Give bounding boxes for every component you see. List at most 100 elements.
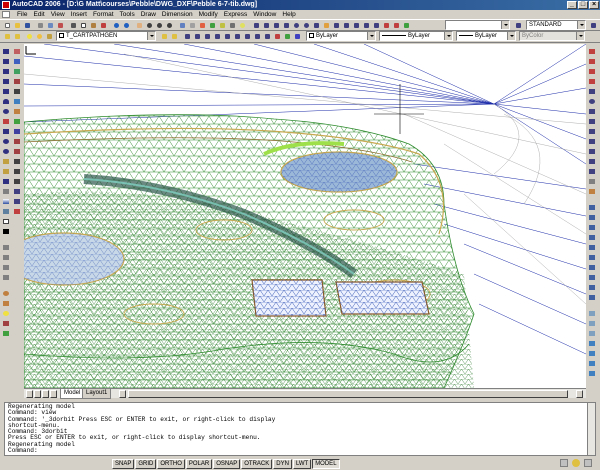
view-top-icon[interactable] bbox=[588, 204, 597, 212]
view-nw-iso-icon[interactable] bbox=[588, 294, 597, 302]
menu-modify[interactable]: Modify bbox=[196, 11, 221, 18]
render-materials-icon[interactable] bbox=[2, 320, 11, 328]
osnap-endpoint-icon[interactable] bbox=[588, 48, 597, 56]
render-scenes-icon[interactable] bbox=[2, 300, 11, 308]
menu-help[interactable]: Help bbox=[279, 11, 298, 18]
pan-icon[interactable] bbox=[135, 21, 144, 30]
ordinate-dimension-icon[interactable] bbox=[282, 21, 291, 30]
layer-dropdown[interactable]: T_CARTPATHGEN bbox=[56, 31, 156, 41]
osnap-extension-icon[interactable] bbox=[588, 88, 597, 96]
sheet-set-icon[interactable] bbox=[208, 21, 217, 30]
menu-dimension[interactable]: Dimension bbox=[159, 11, 196, 18]
otrack-toggle[interactable]: OTRACK bbox=[241, 458, 273, 469]
next-tab-button[interactable] bbox=[42, 390, 49, 398]
redo-icon[interactable] bbox=[122, 21, 131, 30]
last-tab-button[interactable] bbox=[50, 390, 57, 398]
dim-style-manager-icon[interactable] bbox=[589, 21, 598, 30]
shade-hidden-icon[interactable] bbox=[588, 330, 597, 338]
view-bottom-icon[interactable] bbox=[588, 214, 597, 222]
undo-icon[interactable] bbox=[112, 21, 121, 30]
shade-gouraud-edges-icon[interactable] bbox=[588, 370, 597, 378]
properties-icon[interactable] bbox=[178, 21, 187, 30]
tray-settings-icon[interactable] bbox=[572, 459, 580, 467]
view-front-icon[interactable] bbox=[588, 244, 597, 252]
dimension-edit-icon[interactable] bbox=[382, 21, 391, 30]
zoom-realtime-icon[interactable] bbox=[145, 21, 154, 30]
ucs-face-icon[interactable] bbox=[213, 32, 222, 41]
modify-offset-icon[interactable] bbox=[13, 78, 22, 86]
text-style-icon[interactable] bbox=[514, 21, 523, 30]
dimension-style-dropdown[interactable] bbox=[445, 20, 510, 30]
osnap-node-icon[interactable] bbox=[588, 158, 597, 166]
lineweight-dropdown[interactable]: ByLayer bbox=[456, 31, 516, 41]
draw-rectangle-icon[interactable] bbox=[2, 88, 11, 96]
osnap-perpendicular-icon[interactable] bbox=[588, 128, 597, 136]
design-center-icon[interactable] bbox=[188, 21, 197, 30]
maximize-button[interactable]: □ bbox=[578, 1, 588, 9]
draw-polygon-icon[interactable] bbox=[2, 78, 11, 86]
lightbulb-icon[interactable] bbox=[25, 32, 34, 41]
plot-preview-icon[interactable] bbox=[46, 21, 55, 30]
baseline-dimension-icon[interactable] bbox=[332, 21, 341, 30]
polar-toggle[interactable]: POLAR bbox=[185, 458, 213, 469]
osnap-insert-icon[interactable] bbox=[588, 148, 597, 156]
ucs-object-icon[interactable] bbox=[223, 32, 232, 41]
inquiry-list-icon[interactable] bbox=[2, 264, 11, 272]
shade-3d-wireframe-icon[interactable] bbox=[588, 320, 597, 328]
continue-dimension-icon[interactable] bbox=[342, 21, 351, 30]
scroll-left-button[interactable] bbox=[119, 390, 126, 398]
inquiry-area-icon[interactable] bbox=[2, 254, 11, 262]
make-block-icon[interactable] bbox=[2, 168, 11, 176]
text-style-dropdown[interactable]: STANDARD bbox=[526, 20, 586, 30]
ucs-zaxis-icon[interactable] bbox=[253, 32, 262, 41]
new-icon[interactable] bbox=[3, 21, 12, 30]
ucs-3point-icon[interactable] bbox=[263, 32, 272, 41]
draw-hatch-icon[interactable] bbox=[2, 188, 11, 196]
modify-break-icon[interactable] bbox=[13, 168, 22, 176]
draw-polyline-icon[interactable] bbox=[2, 68, 11, 76]
ucs-view-icon[interactable] bbox=[233, 32, 242, 41]
view-right-icon[interactable] bbox=[588, 234, 597, 242]
ucs-icon-button[interactable] bbox=[183, 32, 192, 41]
previous-tab-button[interactable] bbox=[34, 390, 41, 398]
ucs-y-icon[interactable] bbox=[283, 32, 292, 41]
match-properties-icon[interactable] bbox=[99, 21, 108, 30]
layer-previous-icon[interactable] bbox=[170, 32, 179, 41]
tolerance-icon[interactable] bbox=[362, 21, 371, 30]
draw-table-icon[interactable] bbox=[2, 218, 11, 226]
modify-join-icon[interactable] bbox=[13, 178, 22, 186]
draw-revcloud-icon[interactable] bbox=[2, 118, 11, 126]
draw-point-icon[interactable] bbox=[2, 178, 11, 186]
model-toggle[interactable]: MODEL bbox=[312, 458, 340, 469]
menu-insert[interactable]: Insert bbox=[68, 11, 90, 18]
make-object-layer-current-icon[interactable] bbox=[160, 32, 169, 41]
modify-mirror-icon[interactable] bbox=[13, 68, 22, 76]
ucs-origin-icon[interactable] bbox=[243, 32, 252, 41]
dimension-text-edit-icon[interactable] bbox=[392, 21, 401, 30]
menu-window[interactable]: Window bbox=[250, 11, 279, 18]
zoom-previous-icon[interactable] bbox=[165, 21, 174, 30]
draw-mtext-icon[interactable] bbox=[2, 228, 11, 236]
line-icon[interactable] bbox=[252, 21, 261, 30]
draw-line-icon[interactable] bbox=[2, 48, 11, 56]
view-sw-iso-icon[interactable] bbox=[588, 264, 597, 272]
modify-copy-icon[interactable] bbox=[13, 58, 22, 66]
zoom-window-icon[interactable] bbox=[155, 21, 164, 30]
render-lights-icon[interactable] bbox=[2, 310, 11, 318]
menu-file[interactable]: File bbox=[14, 11, 30, 18]
quick-dimension-icon[interactable] bbox=[322, 21, 331, 30]
ucs-previous-icon[interactable] bbox=[203, 32, 212, 41]
osnap-settings-icon[interactable] bbox=[588, 188, 597, 196]
ucs-z-icon[interactable] bbox=[293, 32, 302, 41]
horizontal-scrollbar[interactable] bbox=[128, 390, 568, 398]
lock-icon[interactable] bbox=[45, 32, 54, 41]
modify-scale-icon[interactable] bbox=[13, 118, 22, 126]
modify-stretch-icon[interactable] bbox=[13, 128, 22, 136]
dyn-toggle[interactable]: DYN bbox=[273, 458, 292, 469]
sun-icon[interactable] bbox=[35, 32, 44, 41]
command-window[interactable]: Regenerating model Command: view Command… bbox=[4, 402, 596, 456]
shade-2d-wireframe-icon[interactable] bbox=[588, 310, 597, 318]
draw-circle-icon[interactable] bbox=[2, 108, 11, 116]
osnap-toggle[interactable]: OSNAP bbox=[213, 458, 241, 469]
inquiry-locate-point-icon[interactable] bbox=[2, 274, 11, 282]
